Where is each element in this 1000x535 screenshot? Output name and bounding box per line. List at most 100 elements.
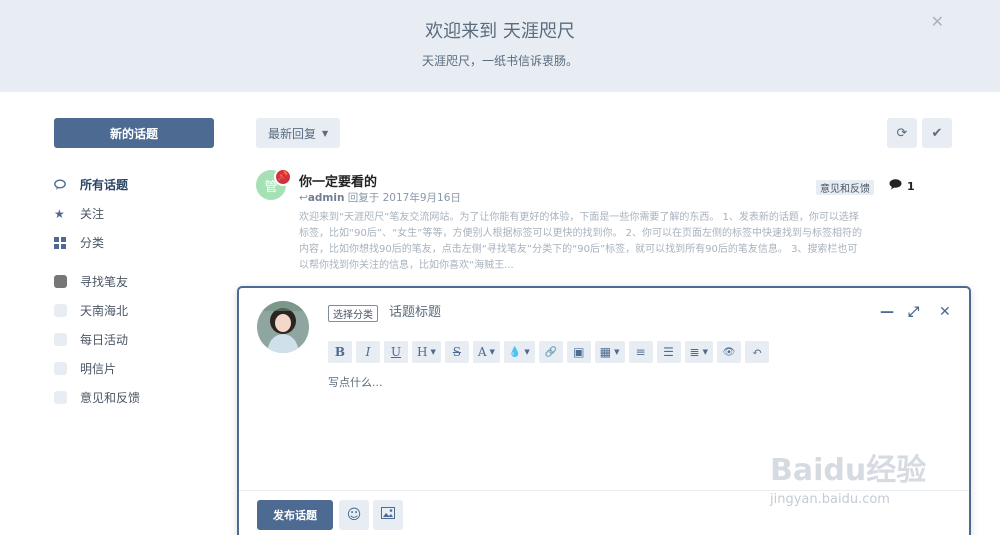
caret-down-icon: ▼ bbox=[489, 348, 495, 356]
align-button[interactable]: ≣ ▼ bbox=[684, 341, 713, 363]
composer-footer-divider bbox=[239, 490, 969, 491]
italic-button[interactable]: I bbox=[356, 341, 380, 363]
undo-icon: ↶ bbox=[751, 345, 762, 359]
unordered-list-button[interactable]: ☰ bbox=[656, 341, 681, 363]
align-icon: ≣ bbox=[689, 345, 700, 359]
preview-button[interactable]: 👁 bbox=[716, 341, 741, 363]
welcome-hero: 欢迎来到 天涯咫尺 天涯咫尺，一纸书信诉衷肠。 ✕ bbox=[0, 0, 1000, 92]
italic-icon: I bbox=[365, 345, 371, 359]
reply-icon: ↩ bbox=[299, 192, 308, 204]
sidebar-item-label: 天南海北 bbox=[80, 304, 129, 318]
sidebar-item-label: 分类 bbox=[80, 236, 105, 250]
format-toolbar: B I U H ▼ S A ▼ 💧 ▼ 🔗 ▣ ▦ ▼ ≡ ☰ ≣ ▼ 👁 ↶ bbox=[328, 341, 769, 363]
sidebar-tag-postcard[interactable]: 明信片 bbox=[54, 354, 140, 383]
sort-dropdown[interactable]: 最新回复 ▼ bbox=[256, 118, 341, 148]
discussion-tag[interactable]: 意见和反馈 bbox=[816, 180, 874, 195]
close-icon[interactable]: ✕ bbox=[931, 12, 944, 31]
sidebar-tag-feedback[interactable]: 意见和反馈 bbox=[54, 383, 140, 412]
ordered-list-button[interactable]: ≡ bbox=[628, 341, 653, 363]
tag-color-swatch bbox=[54, 391, 67, 404]
sidebar-item-all-discussions[interactable]: 所有话题 bbox=[54, 170, 128, 199]
tag-color-swatch bbox=[54, 304, 67, 317]
refresh-button[interactable]: ⟳ bbox=[887, 118, 917, 148]
minimize-icon[interactable]: — bbox=[880, 304, 894, 320]
font-color-icon: A bbox=[477, 345, 487, 359]
sort-label: 最新回复 bbox=[268, 126, 317, 141]
mark-all-read-button[interactable]: ✔ bbox=[922, 118, 952, 148]
watermark-logo: Baidu经验 bbox=[770, 453, 927, 488]
smile-icon: ☺ bbox=[346, 507, 362, 523]
hero-title: 欢迎来到 天涯咫尺 bbox=[425, 21, 575, 42]
caret-down-icon: ▼ bbox=[614, 348, 620, 356]
highlight-button[interactable]: 💧 ▼ bbox=[503, 341, 535, 363]
sidebar-tag-everywhere[interactable]: 天南海北 bbox=[54, 296, 140, 325]
check-icon: ✔ bbox=[931, 125, 943, 141]
qrcode-icon: ▦ bbox=[599, 345, 612, 359]
qrcode-button[interactable]: ▦ ▼ bbox=[594, 341, 625, 363]
discussion-meta-text: 回复于 2017年9月16日 bbox=[347, 192, 461, 204]
comment-icon bbox=[889, 179, 902, 193]
discussion-excerpt: 欢迎来到“天涯咫尺”笔友交流网站。为了让你能有更好的体验，下面是一些你需要了解的… bbox=[299, 212, 862, 271]
grid-icon bbox=[54, 236, 80, 249]
sidebar-item-following[interactable]: ★ 关注 bbox=[54, 199, 128, 228]
strikethrough-icon: S bbox=[452, 345, 461, 359]
publish-button[interactable]: 发布话题 bbox=[257, 500, 333, 530]
link-button[interactable]: 🔗 bbox=[538, 341, 563, 363]
sidebar-item-label: 意见和反馈 bbox=[80, 391, 141, 405]
sidebar-nav: 所有话题 ★ 关注 分类 bbox=[54, 170, 128, 257]
discussion-title-input[interactable] bbox=[389, 305, 689, 320]
font-color-button[interactable]: A ▼ bbox=[472, 341, 500, 363]
pin-icon: 📌 bbox=[274, 168, 292, 186]
image-icon bbox=[381, 507, 395, 523]
tag-color-swatch bbox=[54, 362, 67, 375]
caret-down-icon: ▼ bbox=[322, 128, 329, 138]
sidebar-tag-find-penpal[interactable]: 寻找笔友 bbox=[54, 267, 140, 296]
tag-color-swatch bbox=[54, 333, 67, 346]
sidebar-item-tags[interactable]: 分类 bbox=[54, 228, 128, 257]
sidebar-tag-daily-activity[interactable]: 每日活动 bbox=[54, 325, 140, 354]
underline-icon: U bbox=[390, 345, 402, 359]
star-icon: ★ bbox=[54, 206, 65, 221]
discussion-meta: ↩admin 回复于 2017年9月16日 bbox=[299, 190, 461, 205]
sidebar-item-label: 明信片 bbox=[80, 362, 117, 376]
sidebar-item-label: 关注 bbox=[80, 207, 105, 221]
link-icon: 🔗 bbox=[544, 346, 557, 358]
sidebar-item-label: 每日活动 bbox=[80, 333, 129, 347]
comments-icon bbox=[54, 179, 80, 191]
select-category-button[interactable]: 选择分类 bbox=[328, 305, 378, 322]
ordered-list-icon: ≡ bbox=[635, 345, 646, 359]
heading-icon: H bbox=[417, 345, 428, 359]
reply-count: 1 bbox=[889, 179, 915, 193]
tag-color-swatch bbox=[54, 275, 67, 288]
caret-down-icon: ▼ bbox=[430, 348, 436, 356]
refresh-icon: ⟳ bbox=[896, 125, 908, 141]
user-avatar[interactable] bbox=[257, 301, 309, 353]
sidebar-item-label: 所有话题 bbox=[80, 178, 129, 192]
strikethrough-button[interactable]: S bbox=[444, 341, 469, 363]
sidebar-tags: 寻找笔友 天南海北 每日活动 明信片 意见和反馈 bbox=[54, 267, 140, 412]
close-icon[interactable]: ✕ bbox=[939, 304, 951, 320]
hero-subtitle: 天涯咫尺，一纸书信诉衷肠。 bbox=[421, 54, 578, 68]
undo-button[interactable]: ↶ bbox=[744, 341, 769, 363]
bold-icon: B bbox=[334, 345, 346, 359]
emoji-button[interactable]: ☺ bbox=[339, 500, 369, 530]
caret-down-icon: ▼ bbox=[524, 348, 530, 356]
upload-image-button[interactable] bbox=[373, 500, 403, 530]
bold-button[interactable]: B bbox=[328, 341, 352, 363]
reply-count-value: 1 bbox=[907, 179, 915, 193]
unordered-list-icon: ☰ bbox=[663, 345, 674, 359]
new-discussion-button[interactable]: 新的话题 bbox=[54, 118, 214, 148]
underline-button[interactable]: U bbox=[384, 341, 408, 363]
watermark-url: jingyan.baidu.com bbox=[770, 492, 890, 507]
discussion-body-input[interactable]: 写点什么... bbox=[328, 374, 383, 390]
discussion-title[interactable]: 你一定要看的 bbox=[299, 171, 377, 190]
image-icon: ▣ bbox=[573, 345, 585, 359]
heading-button[interactable]: H ▼ bbox=[412, 341, 441, 363]
caret-down-icon: ▼ bbox=[702, 348, 708, 356]
droplet-icon: 💧 bbox=[508, 346, 522, 358]
fullscreen-icon[interactable]: ⤢ bbox=[908, 304, 919, 320]
sidebar-item-label: 寻找笔友 bbox=[80, 275, 129, 289]
image-button[interactable]: ▣ bbox=[566, 341, 591, 363]
discussion-author[interactable]: admin bbox=[308, 192, 345, 204]
eye-icon: 👁 bbox=[722, 346, 736, 358]
